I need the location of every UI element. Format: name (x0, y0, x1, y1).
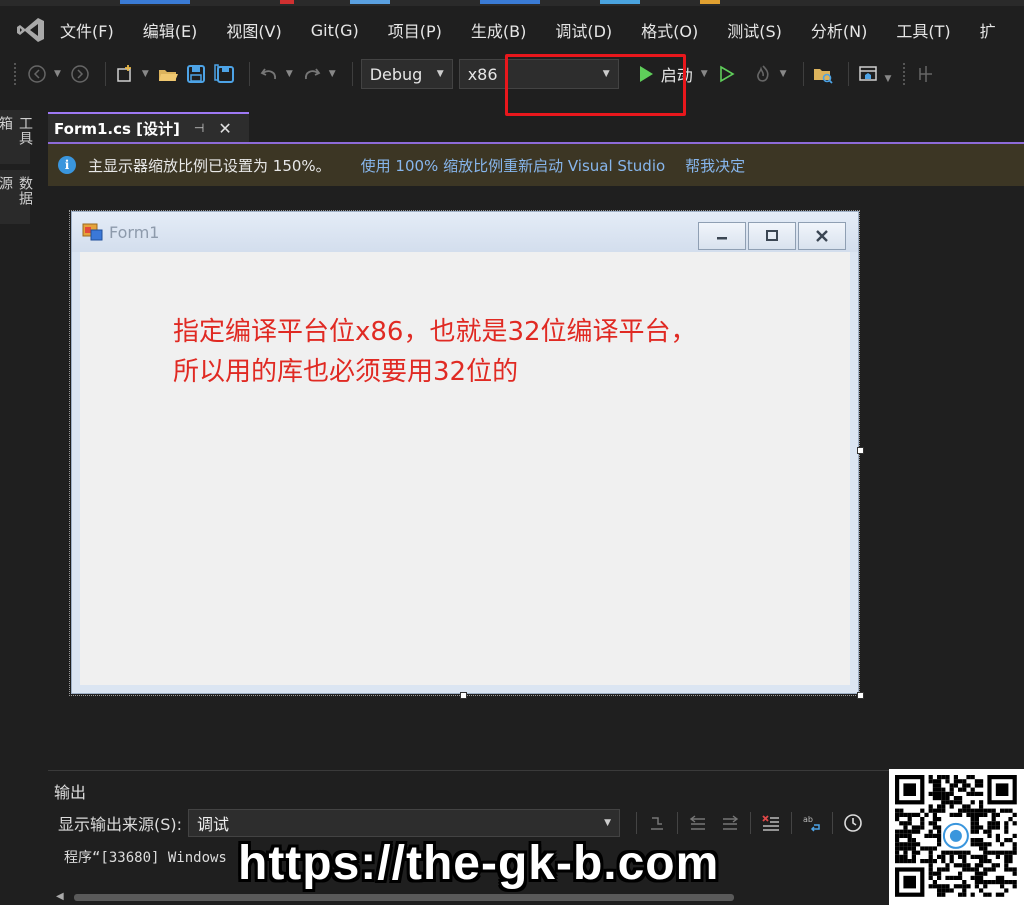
chevron-down-icon: ▼ (436, 69, 444, 79)
output-horizontal-scrollbar[interactable]: ◀ (52, 891, 888, 903)
dpi-info-bar: i 主显示器缩放比例已设置为 150%。 使用 100% 缩放比例重新启动 Vi… (48, 144, 1024, 186)
menu-project[interactable]: 项目(P) (388, 18, 442, 42)
resize-handle-bottom[interactable] (460, 692, 467, 699)
align-icon[interactable] (915, 63, 937, 85)
pin-icon[interactable]: ⊣ (194, 121, 204, 135)
side-tool-tabs: 工具箱 数据源 (0, 110, 33, 230)
chevron-down-icon: ▼ (604, 818, 612, 828)
previous-message-icon[interactable] (687, 812, 709, 834)
output-panel-title: 输出 (54, 783, 87, 802)
scroll-left-icon[interactable]: ◀ (56, 891, 64, 902)
redo-icon[interactable] (301, 63, 323, 85)
toolbar-separator (847, 62, 849, 86)
info-icon: i (58, 156, 76, 174)
menu-build[interactable]: 生成(B) (471, 18, 526, 42)
menu-file[interactable]: 文件(F) (60, 18, 114, 42)
menu-bar: 文件(F) 编辑(E) 视图(V) Git(G) 项目(P) 生成(B) 调试(… (0, 8, 1024, 52)
form-title: Form1 (109, 222, 160, 242)
save-icon[interactable] (185, 63, 207, 85)
back-dropdown-caret[interactable]: ▼ (54, 69, 61, 79)
play-outline-icon[interactable] (716, 63, 738, 85)
clock-icon[interactable] (842, 812, 864, 834)
svg-text:ab: ab (803, 815, 813, 824)
find-message-icon[interactable] (646, 812, 668, 834)
help-me-decide-link[interactable]: 帮我决定 (685, 155, 745, 176)
watermark-url: https://the-gk-b.com (238, 837, 720, 890)
output-text: 程序“[33680] Windows (64, 850, 227, 866)
scrollbar-thumb[interactable] (74, 894, 734, 901)
explorer-icon[interactable] (812, 63, 834, 85)
close-icon[interactable]: ✕ (218, 119, 231, 138)
window-layout-icon[interactable] (857, 63, 879, 85)
close-button[interactable] (798, 222, 846, 250)
menu-debug[interactable]: 调试(D) (555, 18, 612, 42)
form-title-bar: Form1 (72, 212, 858, 252)
side-tab-data-sources[interactable]: 数据源 (0, 170, 33, 224)
menu-view[interactable]: 视图(V) (226, 18, 281, 42)
info-message: 主显示器缩放比例已设置为 150%。 (88, 156, 331, 175)
toolbar-separator (351, 62, 353, 86)
form-app-icon (82, 222, 104, 242)
toolbar-grip[interactable] (903, 63, 907, 85)
document-tab-form1-designer[interactable]: Form1.cs [设计] ⊣ ✕ (48, 112, 249, 142)
menu-analyze[interactable]: 分析(N) (811, 18, 867, 42)
output-source-dropdown[interactable]: 调试 ▼ (188, 809, 621, 837)
menu-tools[interactable]: 工具(T) (896, 18, 950, 42)
window-buttons (696, 222, 846, 250)
output-source-label: 显示输出来源(S): (58, 815, 183, 834)
open-folder-icon[interactable] (157, 63, 179, 85)
new-project-dropdown-caret[interactable]: ▼ (142, 69, 149, 79)
new-project-icon[interactable] (114, 63, 136, 85)
menu-edit[interactable]: 编辑(E) (143, 18, 198, 42)
toolbar-separator (248, 62, 250, 86)
minimize-button[interactable] (698, 222, 746, 250)
forward-icon[interactable] (69, 63, 91, 85)
configuration-value: Debug (369, 64, 423, 84)
form1-window[interactable]: Form1 指定编译平台位x86，也就是32位编译平台， 所以用的库也必须要用3… (71, 211, 859, 694)
document-tab-label: Form1.cs [设计] (54, 119, 180, 138)
resize-handle-right[interactable] (857, 447, 864, 454)
platform-highlight-box (505, 54, 686, 116)
restart-at-100-link[interactable]: 使用 100% 缩放比例重新启动 Visual Studio (361, 155, 666, 176)
toolbar-overflow-caret[interactable]: ▼ (885, 74, 892, 84)
visual-studio-logo-icon[interactable] (16, 15, 46, 45)
toolbar-separator (104, 62, 106, 86)
annotation-line-1: 指定编译平台位x86，也就是32位编译平台， (173, 317, 697, 347)
output-toolbar: ab (632, 812, 869, 834)
resize-handle-corner[interactable] (857, 692, 864, 699)
side-tab-toolbox[interactable]: 工具箱 (0, 110, 33, 164)
save-all-icon[interactable] (213, 63, 235, 85)
menu-extensions[interactable]: 扩 (980, 18, 996, 42)
menu-git[interactable]: Git(G) (311, 21, 359, 40)
form-client-area[interactable]: 指定编译平台位x86，也就是32位编译平台， 所以用的库也必须要用32位的 (80, 252, 850, 685)
redo-dropdown-caret[interactable]: ▼ (329, 69, 336, 79)
next-message-icon[interactable] (719, 812, 741, 834)
word-wrap-icon[interactable]: ab (801, 812, 823, 834)
top-color-strip (0, 0, 1024, 6)
start-dropdown-caret[interactable]: ▼ (701, 69, 708, 79)
annotation-text: 指定编译平台位x86，也就是32位编译平台， 所以用的库也必须要用32位的 (173, 312, 813, 392)
undo-dropdown-caret[interactable]: ▼ (286, 69, 293, 79)
toolbar-separator (802, 62, 804, 86)
annotation-line-2: 所以用的库也必须要用32位的 (173, 357, 519, 387)
maximize-button[interactable] (748, 222, 796, 250)
qr-code (889, 769, 1024, 905)
back-icon[interactable] (26, 63, 48, 85)
clear-all-icon[interactable] (760, 812, 782, 834)
configuration-dropdown[interactable]: Debug ▼ (360, 59, 453, 89)
toolbar-grip[interactable] (14, 63, 18, 85)
undo-icon[interactable] (258, 63, 280, 85)
menu-format[interactable]: 格式(O) (641, 18, 698, 42)
menu-test[interactable]: 测试(S) (727, 18, 782, 42)
output-source-row: 显示输出来源(S): 调试 ▼ ab (58, 809, 869, 837)
platform-value: x86 (467, 64, 498, 84)
hot-reload-icon[interactable] (752, 63, 774, 85)
output-source-value: 调试 (197, 815, 230, 834)
hot-reload-dropdown-caret[interactable]: ▼ (780, 69, 787, 79)
